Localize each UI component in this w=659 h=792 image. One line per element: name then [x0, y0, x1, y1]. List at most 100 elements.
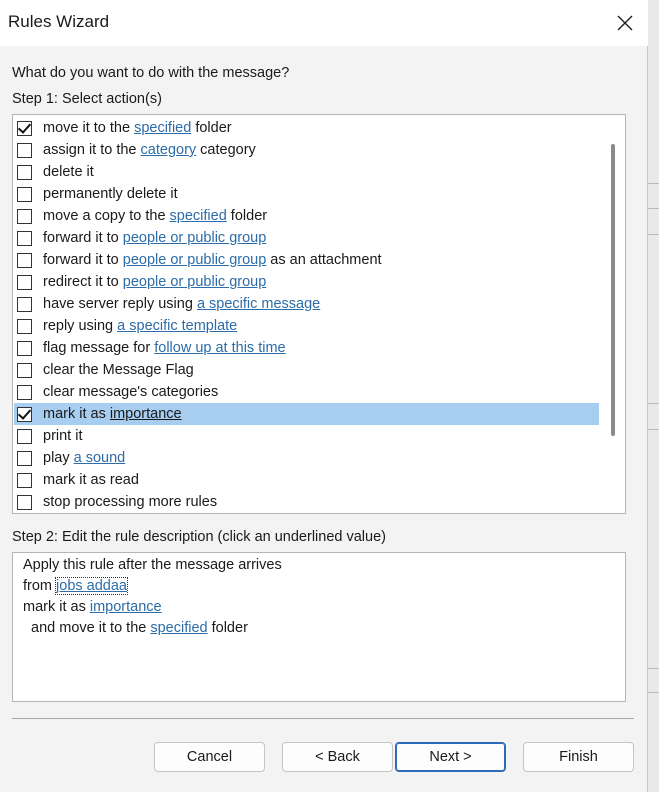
- action-row[interactable]: delete it: [14, 161, 599, 183]
- action-text: clear the Message Flag: [43, 362, 194, 378]
- action-row[interactable]: mark it as importance: [14, 403, 599, 425]
- description-text: Apply this rule after the message arrive…: [23, 557, 282, 573]
- action-text: assign it to the: [43, 142, 141, 158]
- action-list-scrollbar[interactable]: [602, 116, 624, 512]
- checkbox-checked[interactable]: [17, 120, 32, 136]
- checkbox[interactable]: [17, 296, 32, 312]
- action-label: permanently delete it: [43, 186, 178, 202]
- close-button[interactable]: [602, 0, 648, 46]
- wizard-prompt: What do you want to do with the message?: [12, 65, 290, 81]
- action-row[interactable]: mark it as read: [14, 469, 599, 491]
- action-text: permanently delete it: [43, 186, 178, 202]
- action-value-link[interactable]: people or public group: [123, 274, 267, 290]
- action-value-link[interactable]: a specific template: [117, 318, 237, 334]
- action-row[interactable]: clear the Message Flag: [14, 359, 599, 381]
- rule-value-link[interactable]: jobs addaa: [55, 577, 128, 595]
- action-row[interactable]: forward it to people or public group as …: [14, 249, 599, 271]
- scrollbar-thumb[interactable]: [611, 144, 615, 436]
- description-text: folder: [207, 620, 248, 636]
- checkbox[interactable]: [17, 252, 32, 268]
- checkbox-checked[interactable]: [17, 406, 32, 422]
- checkbox[interactable]: [17, 384, 32, 400]
- checkbox[interactable]: [17, 230, 32, 246]
- background-window-edge: [648, 0, 659, 792]
- action-text: folder: [191, 120, 232, 136]
- action-text: folder: [226, 208, 268, 224]
- close-icon: [617, 15, 633, 31]
- action-label: print it: [43, 428, 83, 444]
- checkbox[interactable]: [17, 362, 32, 378]
- action-label: forward it to people or public group as …: [43, 252, 382, 268]
- action-row[interactable]: permanently delete it: [14, 183, 599, 205]
- rule-description-box: Apply this rule after the message arrive…: [12, 552, 626, 702]
- action-text: forward it to: [43, 230, 123, 246]
- back-button[interactable]: < Back: [282, 742, 393, 772]
- action-row[interactable]: redirect it to people or public group: [14, 271, 599, 293]
- description-text: from: [23, 578, 57, 594]
- action-text: clear message's categories: [43, 384, 219, 400]
- action-text: print it: [43, 428, 83, 444]
- action-row[interactable]: print it: [14, 425, 599, 447]
- action-label: clear message's categories: [43, 384, 218, 400]
- action-value-link[interactable]: category: [141, 142, 197, 158]
- action-label: clear the Message Flag: [43, 362, 194, 378]
- action-row[interactable]: assign it to the category category: [14, 139, 599, 161]
- checkbox[interactable]: [17, 164, 32, 180]
- action-row[interactable]: forward it to people or public group: [14, 227, 599, 249]
- checkbox[interactable]: [17, 186, 32, 202]
- action-row[interactable]: flag message for follow up at this time: [14, 337, 599, 359]
- title-bar: Rules Wizard: [0, 0, 648, 46]
- checkbox[interactable]: [17, 428, 32, 444]
- action-list[interactable]: stop processing more rules mark it as rea…: [12, 114, 626, 514]
- action-label: delete it: [43, 164, 94, 180]
- action-row[interactable]: have server reply using a specific messa…: [14, 293, 599, 315]
- action-label: forward it to people or public group: [43, 230, 266, 246]
- checkbox[interactable]: [17, 274, 32, 290]
- checkbox[interactable]: [17, 340, 32, 356]
- action-value-link[interactable]: a specific message: [197, 296, 320, 312]
- action-text: move a copy to the: [43, 208, 170, 224]
- action-row[interactable]: play a sound: [14, 447, 599, 469]
- step2-label: Step 2: Edit the rule description (click…: [12, 529, 386, 545]
- action-value-link[interactable]: specified: [134, 120, 191, 136]
- action-label: redirect it to people or public group: [43, 274, 266, 290]
- action-row[interactable]: clear message's categories: [14, 381, 599, 403]
- checkbox[interactable]: [17, 208, 32, 224]
- action-text: mark it as: [43, 406, 110, 422]
- next-button[interactable]: Next >: [395, 742, 506, 772]
- action-value-link[interactable]: follow up at this time: [154, 340, 285, 356]
- action-value-link[interactable]: people or public group: [123, 230, 267, 246]
- action-text: reply using: [43, 318, 118, 334]
- rules-wizard-dialog: Rules Wizard What do you want to do with…: [0, 0, 648, 792]
- checkbox[interactable]: [17, 472, 32, 488]
- action-row[interactable]: reply using a specific template: [14, 315, 599, 337]
- action-text: redirect it to: [43, 274, 123, 290]
- checkbox[interactable]: [17, 450, 32, 466]
- action-text: play: [43, 450, 74, 466]
- finish-button[interactable]: Finish: [523, 742, 634, 772]
- action-label: play a sound: [43, 450, 125, 466]
- action-label: flag message for follow up at this time: [43, 340, 286, 356]
- rule-value-link[interactable]: specified: [150, 620, 207, 636]
- action-row[interactable]: stop processing more rules: [14, 491, 599, 513]
- action-value-link[interactable]: a sound: [74, 450, 126, 466]
- rule-value-link[interactable]: importance: [90, 599, 162, 615]
- description-line: from jobs addaa: [23, 577, 128, 595]
- action-text: forward it to: [43, 252, 123, 268]
- checkbox[interactable]: [17, 494, 32, 510]
- action-text: move it to the: [43, 120, 135, 136]
- action-text: flag message for: [43, 340, 155, 356]
- action-value-link[interactable]: importance: [110, 406, 182, 422]
- checkbox[interactable]: [17, 142, 32, 158]
- action-value-link[interactable]: specified: [170, 208, 227, 224]
- description-text: and move it to the: [23, 620, 151, 636]
- action-row[interactable]: move it to the specified folder: [14, 117, 599, 139]
- action-row[interactable]: move a copy to the specified folder: [14, 205, 599, 227]
- action-value-link[interactable]: people or public group: [123, 252, 267, 268]
- action-text: category: [196, 142, 256, 158]
- checkbox[interactable]: [17, 318, 32, 334]
- description-line: and move it to the specified folder: [23, 620, 248, 636]
- action-label: mark it as importance: [43, 406, 182, 422]
- divider: [12, 718, 634, 719]
- cancel-button[interactable]: Cancel: [154, 742, 265, 772]
